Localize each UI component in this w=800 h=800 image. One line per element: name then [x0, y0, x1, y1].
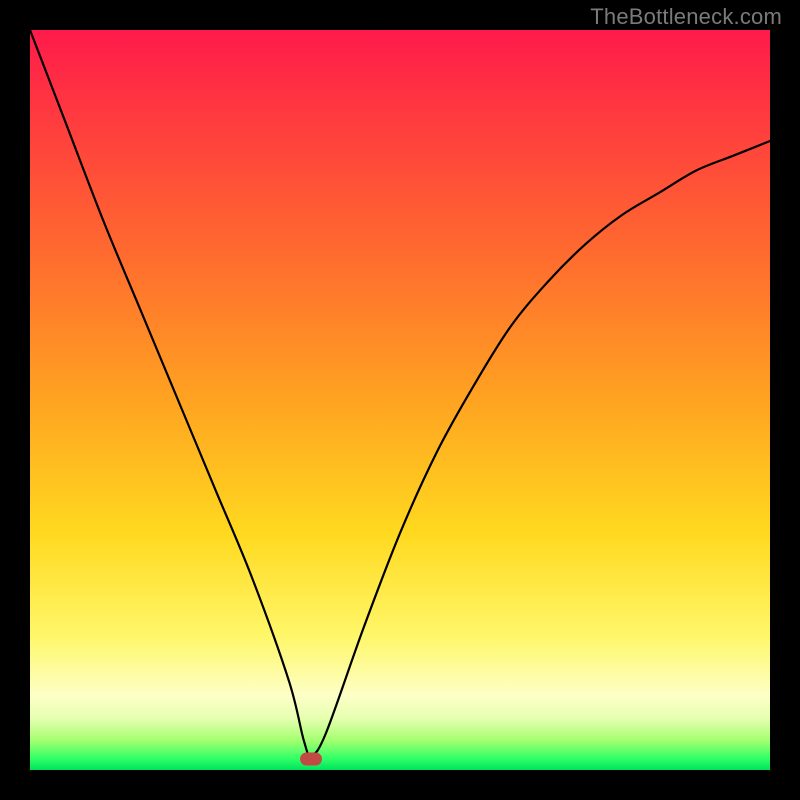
optimal-point-marker	[300, 752, 322, 765]
chart-frame: TheBottleneck.com	[0, 0, 800, 800]
watermark-text: TheBottleneck.com	[590, 4, 782, 30]
curve-svg	[30, 30, 770, 770]
bottleneck-curve	[30, 30, 770, 755]
plot-area	[30, 30, 770, 770]
